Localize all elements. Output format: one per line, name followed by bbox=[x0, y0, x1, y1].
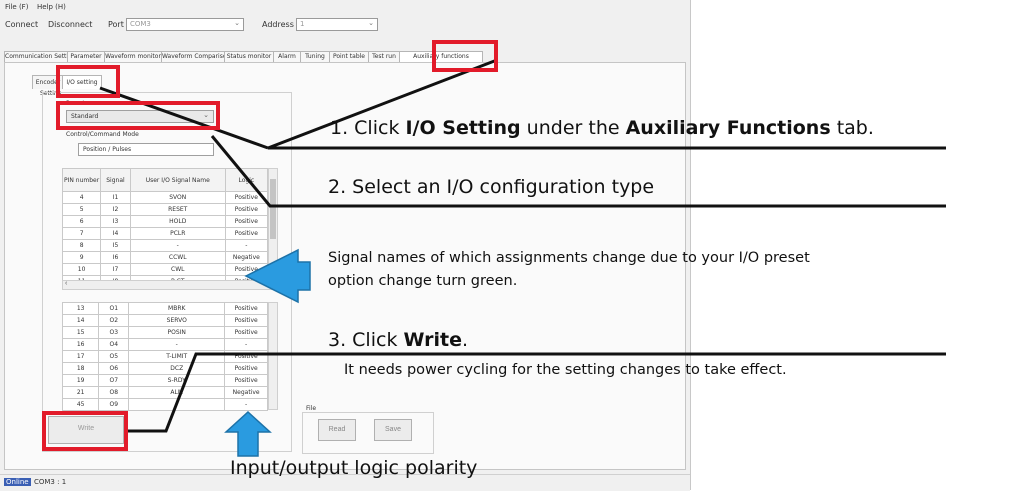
step1-bold-auxiliary: Auxiliary Functions bbox=[625, 117, 831, 139]
highlight-io-setting-tab bbox=[56, 65, 120, 98]
arrow-up-icon bbox=[224, 410, 272, 457]
signal-note-line2: option change turn green. bbox=[328, 273, 518, 289]
highlight-auxiliary-tab bbox=[432, 40, 498, 72]
step3-bold-write: Write bbox=[403, 329, 462, 351]
step3-text-suffix: . bbox=[461, 329, 469, 351]
step1-text: 1. Click bbox=[330, 117, 406, 139]
step3-text: 3. Click bbox=[328, 329, 404, 351]
highlight-write-button bbox=[42, 411, 128, 451]
step3-callout: 3. Click Write. bbox=[328, 329, 468, 351]
step1-callout: 1. Click I/O Setting under the Auxiliary… bbox=[330, 117, 874, 139]
step1-text-suffix: tab. bbox=[830, 117, 874, 139]
step1-text-mid: under the bbox=[520, 117, 626, 139]
logic-polarity-note: Input/output logic polarity bbox=[230, 457, 478, 479]
highlight-preset-select bbox=[56, 101, 220, 130]
step1-bold-io-setting: I/O Setting bbox=[405, 117, 521, 139]
annotation-lines bbox=[99, 58, 946, 457]
arrow-left-icon bbox=[244, 248, 311, 304]
step2-callout: 2. Select an I/O configuration type bbox=[328, 176, 655, 198]
signal-note-line1: Signal names of which assignments change… bbox=[328, 250, 810, 266]
power-cycle-note: It needs power cycling for the setting c… bbox=[344, 362, 787, 378]
